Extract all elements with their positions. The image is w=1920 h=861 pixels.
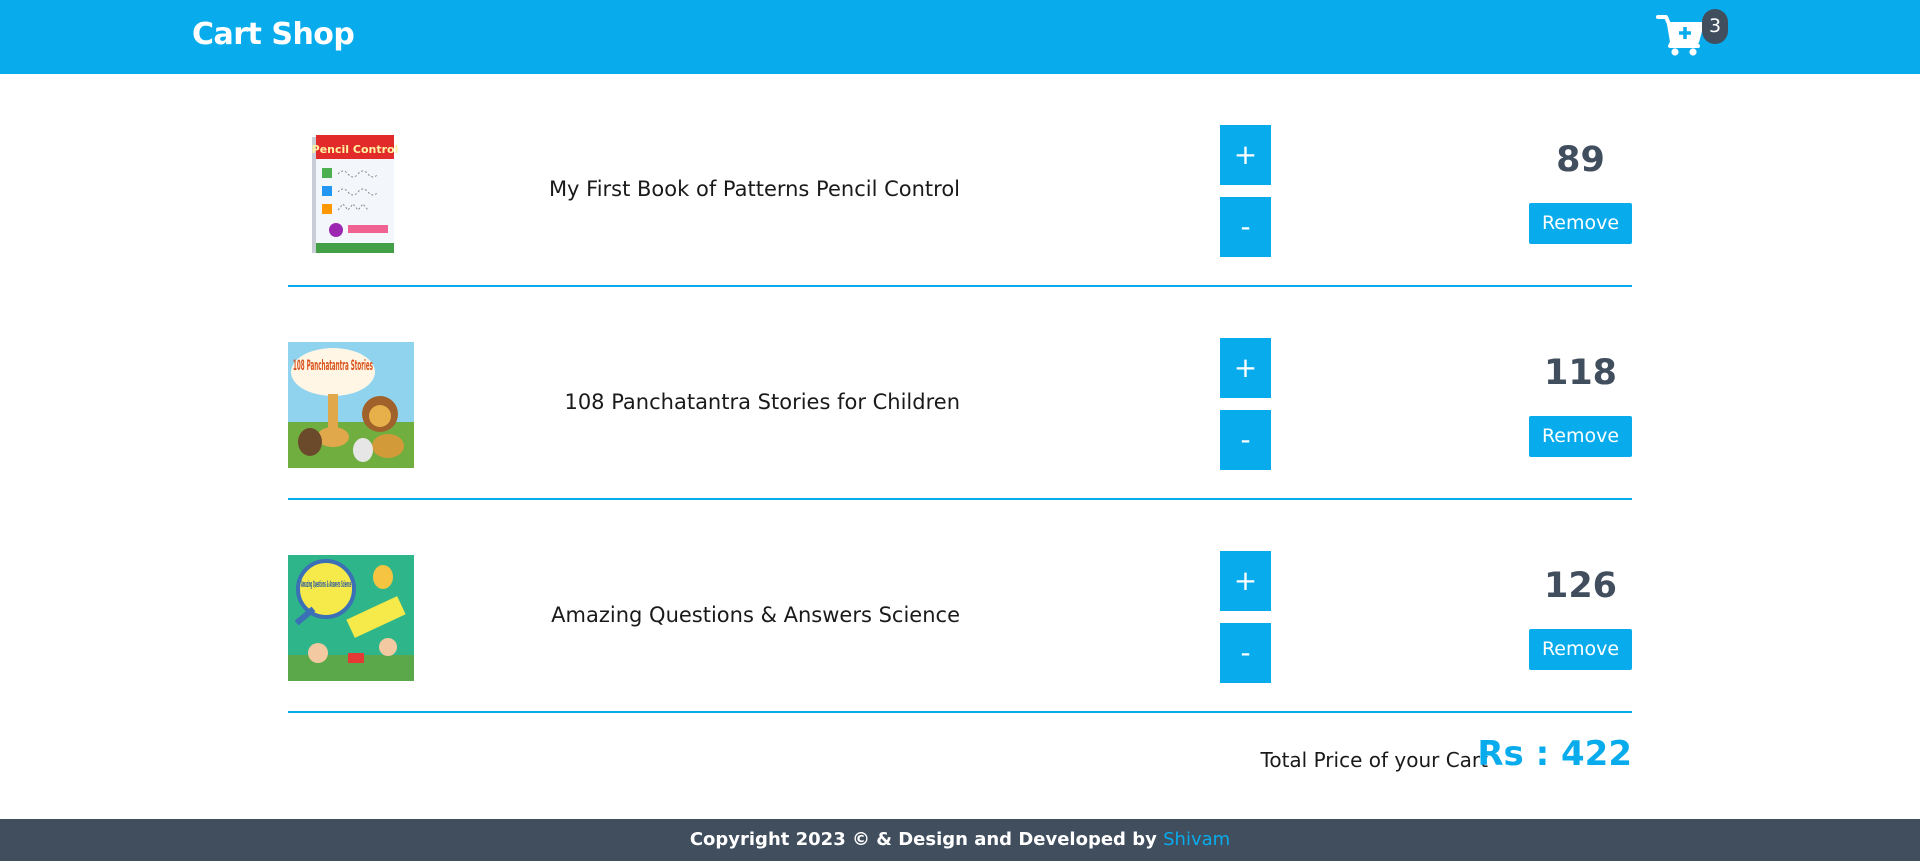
footer-author-link[interactable]: Shivam bbox=[1163, 829, 1230, 850]
cover-title: Pencil Control bbox=[312, 143, 399, 156]
increase-quantity-button[interactable]: + bbox=[1220, 551, 1271, 611]
remove-item-button[interactable]: Remove bbox=[1529, 203, 1632, 244]
item-title: 108 Panchatantra Stories for Children bbox=[564, 390, 960, 414]
item-price: 89 bbox=[1556, 140, 1605, 180]
total-price: Rs : 422 bbox=[1477, 734, 1632, 774]
cart-count-badge: 3 bbox=[1702, 9, 1728, 44]
navbar: Cart Shop 3 bbox=[0, 0, 1920, 74]
cart-plus-icon bbox=[1656, 15, 1704, 56]
decrease-quantity-button[interactable]: - bbox=[1220, 197, 1271, 257]
remove-item-button[interactable]: Remove bbox=[1529, 629, 1632, 670]
book-cover-image: Amazing Questions & Answers Science bbox=[288, 555, 414, 681]
footer-copyright: Copyright 2023 © & Design and Developed … bbox=[689, 829, 1157, 850]
total-label: Total Price of your Cart bbox=[1260, 748, 1488, 772]
increase-quantity-button[interactable]: + bbox=[1220, 338, 1271, 398]
remove-item-button[interactable]: Remove bbox=[1529, 416, 1632, 457]
footer: Copyright 2023 © & Design and Developed … bbox=[0, 819, 1920, 861]
cart-item: 108 Panchatantra Stories 108 Panchatantr… bbox=[288, 287, 1632, 500]
item-price: 118 bbox=[1543, 353, 1618, 393]
book-cover-image: 108 Panchatantra Stories bbox=[288, 342, 414, 468]
brand-title[interactable]: Cart Shop bbox=[192, 17, 355, 52]
cover-title: 108 Panchatantra Stories bbox=[293, 358, 373, 374]
item-title: Amazing Questions & Answers Science bbox=[551, 603, 960, 627]
item-title: My First Book of Patterns Pencil Control bbox=[548, 177, 960, 201]
decrease-quantity-button[interactable]: - bbox=[1220, 410, 1271, 470]
item-price: 126 bbox=[1543, 566, 1618, 606]
cover-title: Amazing Questions & Answers Science bbox=[301, 580, 351, 590]
book-cover-image: Pencil Control bbox=[288, 130, 414, 256]
cart-item: Amazing Questions & Answers Science Amaz… bbox=[288, 500, 1632, 713]
cart-total: Total Price of your Cart Rs : 422 bbox=[288, 730, 1632, 780]
decrease-quantity-button[interactable]: - bbox=[1220, 623, 1271, 683]
increase-quantity-button[interactable]: + bbox=[1220, 125, 1271, 185]
cart-list: Pencil Control My First Book of Patterns… bbox=[288, 74, 1632, 713]
cart-item: Pencil Control My First Book of Patterns… bbox=[288, 74, 1632, 287]
